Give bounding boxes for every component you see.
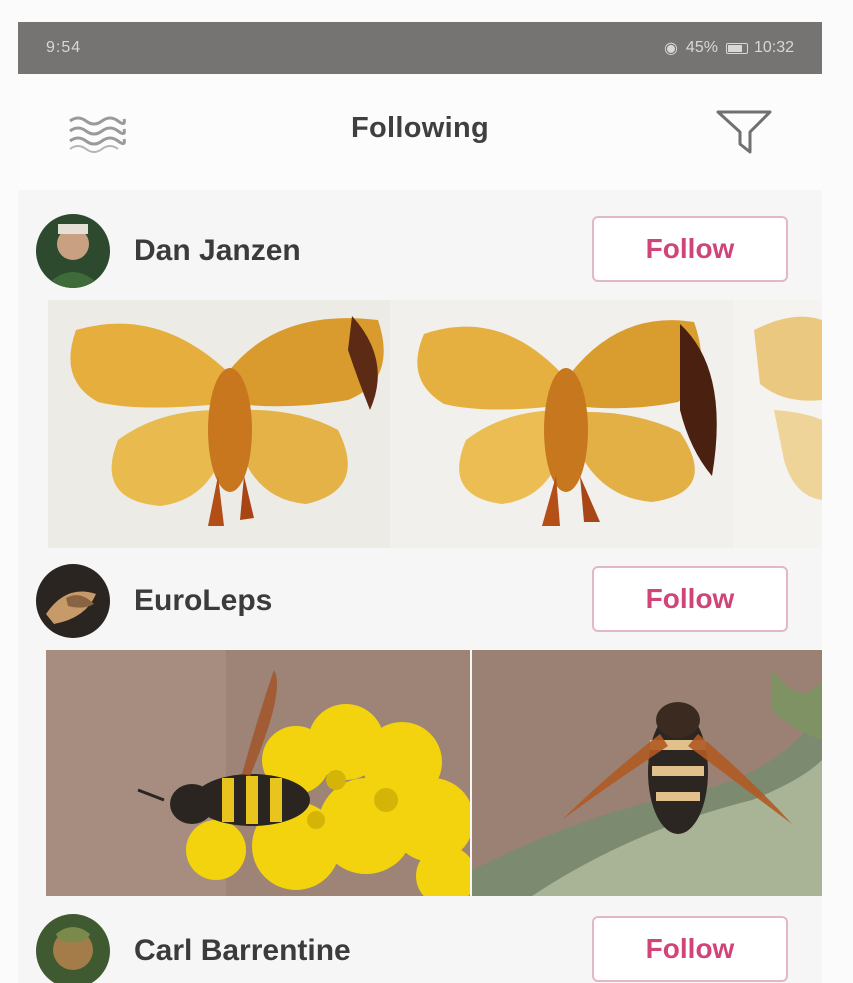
photo-strip[interactable] [46,650,822,896]
battery-percent: 45% [685,39,718,56]
status-time-left: 9:54 [46,39,82,56]
status-clock: 10:32 [753,39,794,56]
yellow-moth-photo [48,300,390,548]
yellow-moth-photo-partial [734,300,822,548]
filter-funnel-icon [716,110,772,154]
yellow-moth-photo [390,300,734,548]
status-indicators: ◉ 45% 10:32 [664,38,794,58]
battery-and-time: 10:32 [725,39,794,57]
signal-icon: ◉ [663,40,678,57]
app-screen: 9:54 ◉ 45% 10:32 Following Dan Janzen Fo… [0,0,853,983]
wasp-on-flower-photo [46,650,470,896]
observation-photo[interactable] [734,300,822,548]
user-avatar-image [36,564,110,638]
user-row-dan-janzen[interactable]: Dan Janzen Follow [18,198,822,298]
user-name[interactable]: Dan Janzen [134,234,301,268]
page-title: Following [350,112,489,144]
observation-photo[interactable] [390,300,734,548]
avatar[interactable] [36,564,110,638]
follow-button[interactable]: Follow [592,216,788,282]
filter-button[interactable] [712,104,776,160]
avatar[interactable] [36,914,110,983]
observation-photo[interactable] [472,650,822,896]
user-avatar-image [36,914,110,983]
user-name[interactable]: EuroLeps [134,584,272,618]
status-bar: 9:54 ◉ 45% 10:32 [18,22,822,74]
follow-button[interactable]: Follow [592,916,788,982]
app-header: Following [18,80,822,190]
wasp-on-plant-photo [472,650,822,896]
battery-icon [725,42,748,54]
observation-photo[interactable] [48,300,390,548]
user-row-carl-barrentine[interactable]: Carl Barrentine Follow [18,898,822,983]
observation-photo[interactable] [46,650,470,896]
photo-strip[interactable] [46,300,822,548]
user-name[interactable]: Carl Barrentine [134,934,351,968]
following-feed[interactable]: Dan Janzen Follow EuroLeps Follow Carl B… [18,190,822,983]
user-row-euroleps[interactable]: EuroLeps Follow [18,548,822,648]
user-avatar-image [36,214,110,288]
follow-button[interactable]: Follow [592,566,788,632]
avatar[interactable] [36,214,110,288]
